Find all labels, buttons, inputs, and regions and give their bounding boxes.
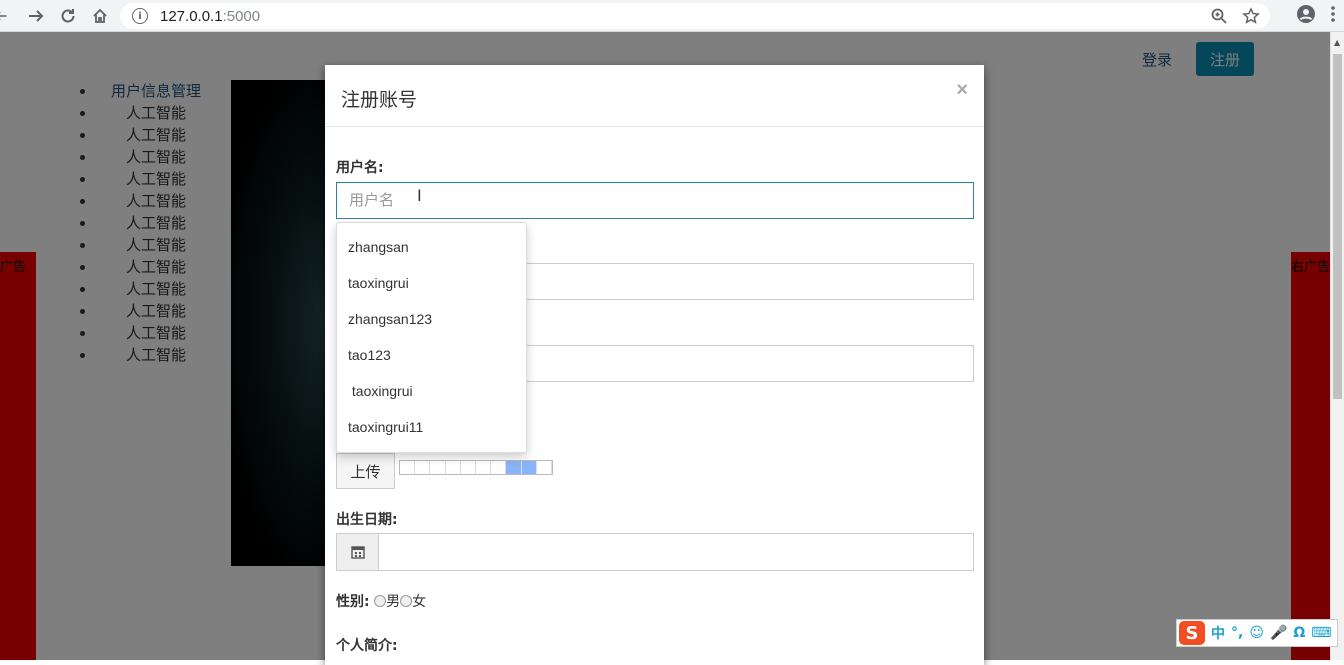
modal-title: 注册账号 bbox=[341, 89, 418, 111]
gender-label: 性别: bbox=[336, 594, 370, 610]
gender-option-label: 女 bbox=[412, 594, 427, 610]
username-label: 用户名: bbox=[336, 160, 384, 176]
site-info-icon[interactable]: i bbox=[132, 8, 148, 24]
gender-group: 性别: 男女 bbox=[336, 591, 426, 611]
upload-button[interactable]: 上传 bbox=[336, 453, 395, 489]
address-bar[interactable]: i 127.0.0.1:5000 bbox=[120, 3, 1270, 29]
autocomplete-option[interactable]: tao123 bbox=[337, 337, 526, 373]
autocomplete-option[interactable]: taoxingrui bbox=[337, 373, 526, 409]
text-cursor-icon: Ι bbox=[417, 186, 422, 205]
bio-label: 个人简介: bbox=[336, 638, 398, 654]
autocomplete-dropdown: zhangsan taoxingrui zhangsan123 tao123 t… bbox=[336, 222, 527, 453]
upload-progress bbox=[399, 460, 553, 475]
url-text: 127.0.0.1:5000 bbox=[160, 7, 261, 25]
gender-radio-female[interactable] bbox=[400, 595, 413, 607]
autocomplete-option[interactable]: taoxingrui bbox=[337, 265, 526, 301]
ime-chinese-mode[interactable]: 中 bbox=[1211, 623, 1225, 643]
page-scrollbar[interactable]: ▲ bbox=[1330, 32, 1344, 660]
star-icon[interactable] bbox=[1242, 7, 1260, 25]
back-icon[interactable] bbox=[0, 3, 8, 29]
close-icon[interactable]: × bbox=[956, 79, 968, 102]
browser-toolbar: i 127.0.0.1:5000 bbox=[0, 0, 1344, 32]
gender-option-label: 男 bbox=[386, 594, 401, 610]
modal-header: 注册账号 × bbox=[325, 65, 984, 127]
scrollbar-thumb[interactable] bbox=[1333, 54, 1342, 399]
ime-keyboard-icon[interactable]: ⌨ bbox=[1311, 625, 1331, 641]
autocomplete-option[interactable]: zhangsan123 bbox=[337, 301, 526, 337]
zoom-icon[interactable] bbox=[1210, 7, 1228, 25]
birthdate-input[interactable] bbox=[378, 533, 974, 571]
autocomplete-option[interactable]: taoxingrui11 bbox=[337, 409, 526, 445]
forward-icon[interactable] bbox=[20, 3, 52, 29]
sogou-logo-icon[interactable]: S bbox=[1179, 621, 1205, 645]
ime-voice-icon[interactable]: 🎤 bbox=[1270, 625, 1287, 641]
scroll-up-icon[interactable]: ▲ bbox=[1334, 38, 1340, 47]
menu-icon[interactable] bbox=[1330, 5, 1336, 23]
home-icon[interactable] bbox=[84, 3, 116, 29]
calendar-icon[interactable] bbox=[336, 533, 379, 571]
username-input[interactable]: 用户名 bbox=[336, 182, 974, 219]
ime-emoji-icon[interactable]: ☺ bbox=[1249, 625, 1264, 641]
ime-punctuation-icon[interactable]: °, bbox=[1231, 625, 1243, 641]
gender-radio-male[interactable] bbox=[374, 595, 387, 607]
autocomplete-option[interactable]: zhangsan bbox=[337, 229, 526, 265]
account-icon[interactable] bbox=[1296, 4, 1316, 24]
ime-symbol-icon[interactable]: Ω bbox=[1293, 625, 1305, 641]
reload-icon[interactable] bbox=[52, 3, 84, 29]
ime-toolbar: S 中 °, ☺ 🎤 Ω ⌨ bbox=[1176, 619, 1338, 647]
birthdate-label: 出生日期: bbox=[336, 512, 398, 528]
